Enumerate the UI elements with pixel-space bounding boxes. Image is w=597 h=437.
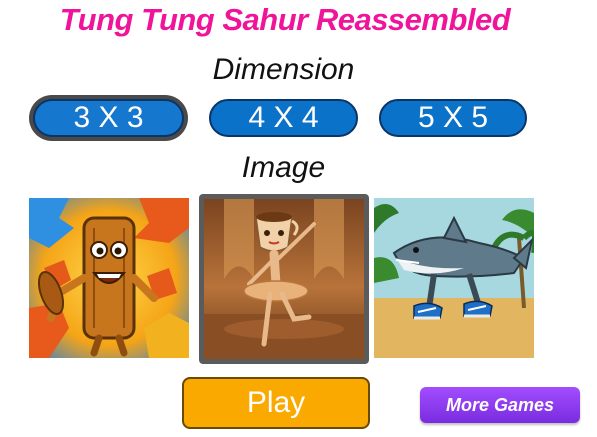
dimension-5x5-button[interactable]: 5 X 5 [379, 99, 527, 137]
ballerina-cappuccina-icon [204, 199, 364, 359]
game-title: Tung Tung Sahur Reassembled [59, 2, 511, 37]
more-games-button[interactable]: More Games [420, 387, 580, 423]
dimension-3x3-button[interactable]: 3 X 3 [33, 99, 184, 137]
play-button[interactable]: Play [182, 377, 370, 429]
dimension-label: Dimension [212, 53, 355, 86]
tung-tung-sahur-wooden-log-puzzle-icon [29, 198, 189, 358]
dimension-4x4-button[interactable]: 4 X 4 [209, 99, 358, 137]
image-label: Image [241, 151, 326, 184]
image-thumbnail-shark-sneakers[interactable] [374, 198, 534, 358]
shark-in-sneakers-icon [374, 198, 534, 358]
image-thumbnail-tung-tung-sahur[interactable] [29, 198, 189, 358]
image-thumbnail-ballerina[interactable] [199, 194, 369, 364]
